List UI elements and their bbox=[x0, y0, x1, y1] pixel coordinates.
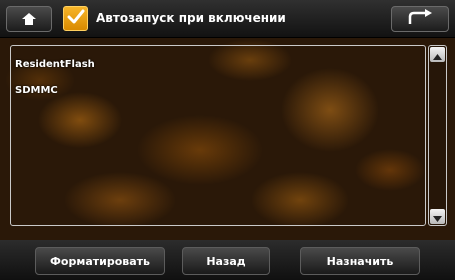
arrow-down-icon bbox=[433, 207, 442, 226]
checkmark-icon bbox=[67, 9, 85, 29]
top-bar: Автозапуск при включении bbox=[0, 0, 455, 38]
scroll-down-button[interactable] bbox=[430, 209, 445, 224]
home-icon bbox=[22, 10, 36, 29]
bottom-bar: Форматировать Назад Назначить bbox=[0, 240, 455, 280]
home-button[interactable] bbox=[6, 6, 52, 32]
storage-list: ResidentFlash SDMMC bbox=[10, 45, 426, 226]
return-arrow-icon bbox=[407, 9, 433, 29]
scroll-up-button[interactable] bbox=[430, 47, 445, 62]
format-button[interactable]: Форматировать bbox=[35, 247, 165, 275]
assign-button[interactable]: Назначить bbox=[300, 247, 420, 275]
page-title: Автозапуск при включении bbox=[96, 11, 286, 25]
return-button[interactable] bbox=[391, 6, 449, 32]
back-button[interactable]: Назад bbox=[182, 247, 270, 275]
list-item[interactable]: ResidentFlash bbox=[15, 59, 95, 70]
arrow-up-icon bbox=[433, 45, 442, 64]
autostart-checkbox[interactable] bbox=[63, 6, 88, 31]
list-item[interactable]: SDMMC bbox=[15, 85, 58, 96]
scrollbar[interactable] bbox=[428, 45, 447, 226]
